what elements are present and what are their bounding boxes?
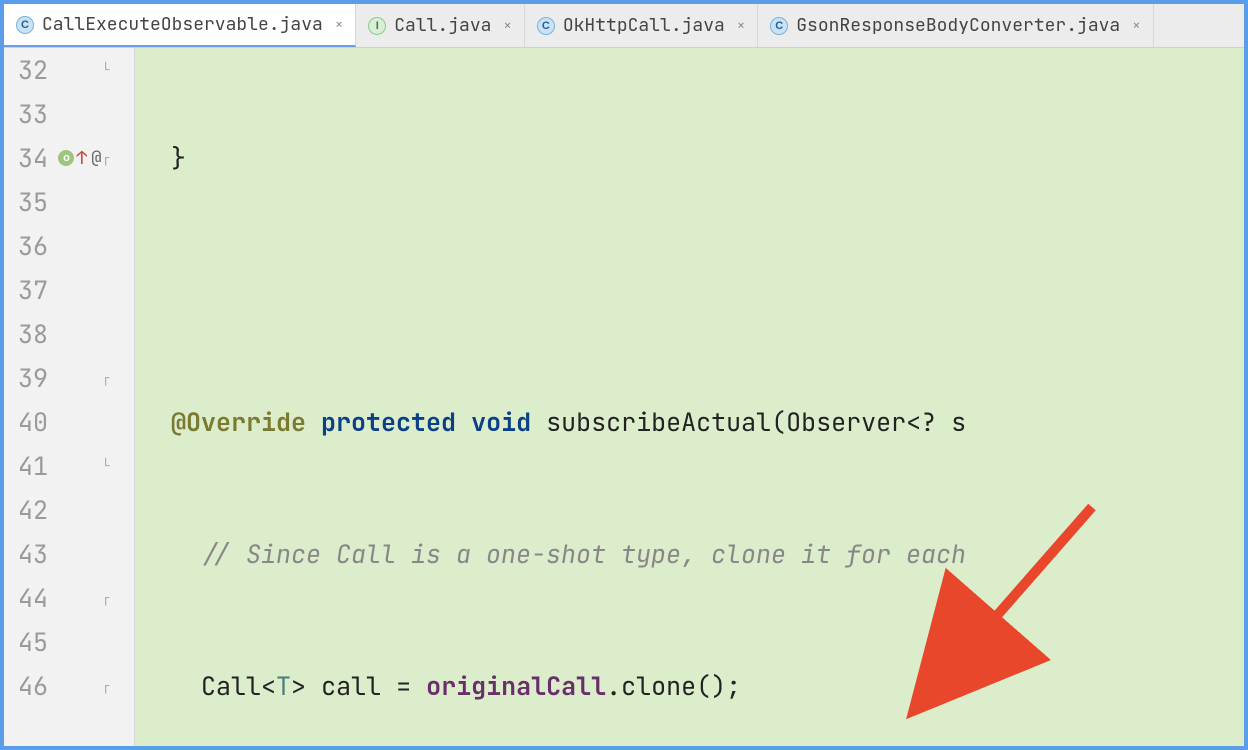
fold-start-icon[interactable]: ┌ bbox=[102, 370, 109, 386]
at-icon: @ bbox=[91, 147, 101, 169]
line-number: 45 bbox=[4, 620, 58, 664]
line-number: 39 bbox=[4, 356, 58, 400]
line-number: 34 bbox=[4, 136, 58, 180]
close-icon[interactable]: × bbox=[503, 17, 511, 35]
fold-end-icon[interactable]: └ bbox=[102, 62, 109, 78]
fold-start-icon[interactable]: ┌ bbox=[102, 150, 109, 166]
editor-pane: C CallExecuteObservable.java × I Call.ja… bbox=[0, 0, 1248, 750]
fold-end-icon[interactable]: └ bbox=[102, 458, 109, 474]
override-o-icon: o bbox=[58, 150, 74, 166]
line-number: 32 bbox=[4, 48, 58, 92]
close-icon[interactable]: × bbox=[737, 17, 745, 35]
line-number: 43 bbox=[4, 532, 58, 576]
tab-label: OkHttpCall.java bbox=[563, 14, 725, 37]
line-number: 33 bbox=[4, 92, 58, 136]
interface-file-icon: I bbox=[368, 17, 386, 35]
line-number: 40 bbox=[4, 400, 58, 444]
editor-tabbar: C CallExecuteObservable.java × I Call.ja… bbox=[4, 4, 1244, 48]
tab-file-3[interactable]: C GsonResponseBodyConverter.java × bbox=[758, 4, 1153, 47]
tab-label: Call.java bbox=[394, 14, 491, 37]
line-number: 36 bbox=[4, 224, 58, 268]
code-line: Call<T> call = originalCall.clone(); bbox=[135, 664, 1244, 708]
tab-label: GsonResponseBodyConverter.java bbox=[796, 14, 1120, 37]
tab-file-1[interactable]: I Call.java × bbox=[356, 4, 525, 47]
editor-body: 32 33 34 35 36 37 38 39 40 41 42 43 44 4… bbox=[4, 48, 1244, 746]
tab-file-2[interactable]: C OkHttpCall.java × bbox=[525, 4, 758, 47]
fold-start-icon[interactable]: ┌ bbox=[102, 678, 109, 694]
line-number-column: 32 33 34 35 36 37 38 39 40 41 42 43 44 4… bbox=[4, 48, 58, 746]
code-area[interactable]: } @Override protected void subscribeActu… bbox=[135, 48, 1244, 746]
close-icon[interactable]: × bbox=[1132, 17, 1140, 35]
line-number: 38 bbox=[4, 312, 58, 356]
line-number: 42 bbox=[4, 488, 58, 532]
code-line bbox=[135, 268, 1244, 312]
close-icon[interactable]: × bbox=[335, 16, 343, 34]
arrow-up-icon: ↑ bbox=[76, 147, 87, 170]
gutter-icons-column: o ↑ @ bbox=[58, 48, 102, 746]
class-file-icon: C bbox=[537, 17, 555, 35]
code-line: } bbox=[135, 136, 1244, 180]
line-number: 35 bbox=[4, 180, 58, 224]
line-number: 46 bbox=[4, 664, 58, 708]
line-number: 44 bbox=[4, 576, 58, 620]
class-file-icon: C bbox=[770, 17, 788, 35]
tab-file-0[interactable]: C CallExecuteObservable.java × bbox=[4, 4, 356, 47]
override-marker[interactable]: o ↑ @ bbox=[58, 136, 102, 180]
class-file-icon: C bbox=[16, 16, 34, 34]
code-line: @Override protected void subscribeActual… bbox=[135, 400, 1244, 444]
fold-column: └ ┌ ┌ └ ┌ ┌ bbox=[102, 48, 134, 746]
line-number: 41 bbox=[4, 444, 58, 488]
line-number: 37 bbox=[4, 268, 58, 312]
tab-label: CallExecuteObservable.java bbox=[42, 13, 323, 36]
code-line: // Since Call is a one-shot type, clone … bbox=[135, 532, 1244, 576]
gutter: 32 33 34 35 36 37 38 39 40 41 42 43 44 4… bbox=[4, 48, 135, 746]
fold-start-icon[interactable]: ┌ bbox=[102, 590, 109, 606]
